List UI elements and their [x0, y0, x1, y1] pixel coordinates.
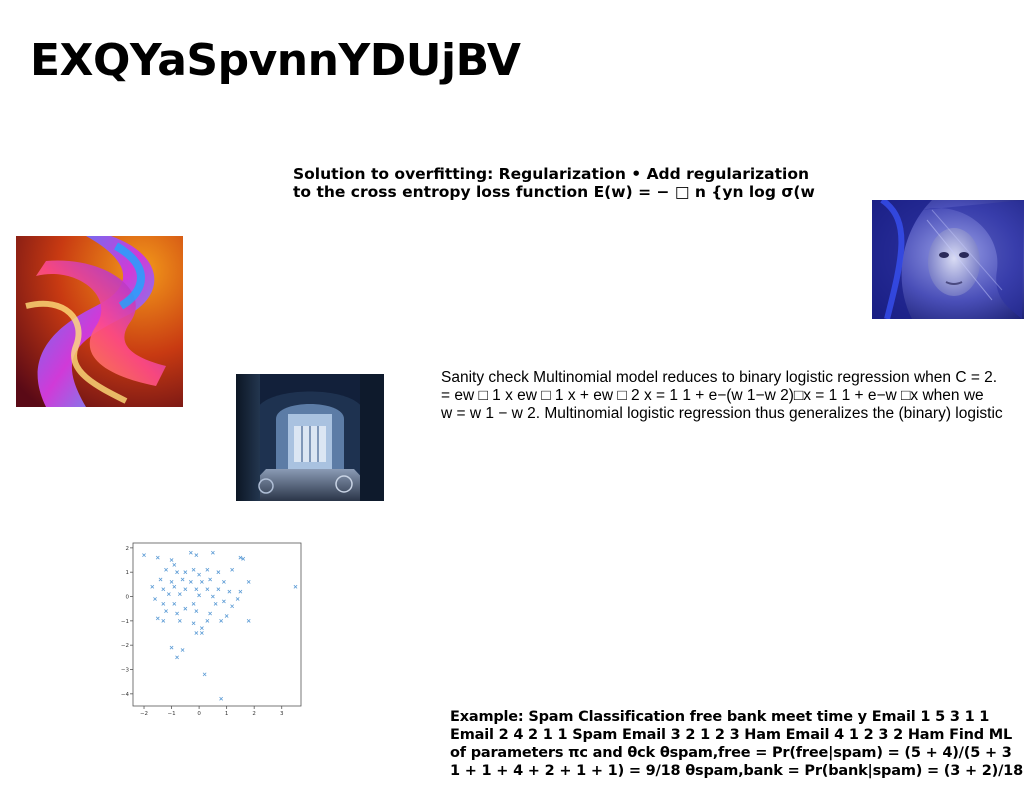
sanity-check-paragraph: Sanity check Multinomial model reduces t… [441, 369, 1003, 423]
text-line: 1 + 1 + 4 + 2 + 1 + 1) = 9/18 θspam,bank… [450, 763, 1024, 779]
text-line: to the cross entropy loss function E(w) … [293, 183, 815, 201]
regularization-paragraph: Solution to overfitting: Regularization … [293, 165, 815, 201]
x-axis-ticks: −2 −1 0 1 2 3 [140, 706, 284, 716]
y-tick-label: −1 [121, 619, 129, 625]
y-tick-label: −2 [121, 643, 129, 649]
text-line: = ew □ 1 x ew □ 1 x + ew □ 2 x = 1 1 + e… [441, 387, 984, 404]
slide-title: EXQYaSpvnnYDUjBV [30, 35, 521, 86]
spam-example-paragraph: Example: Spam Classification free bank m… [450, 708, 1024, 780]
text-line: Sanity check Multinomial model reduces t… [441, 369, 998, 386]
y-tick-label: 0 [126, 595, 130, 601]
x-tick-label: 3 [280, 711, 284, 716]
scatter-plot: −2 −1 0 1 2 3 2 1 0 −1 −2 −3 −4 [121, 542, 302, 716]
y-axis-ticks: 2 1 0 −1 −2 −3 −4 [121, 546, 133, 698]
x-tick-label: 1 [225, 711, 229, 716]
blue-alley-photo [236, 374, 384, 501]
scatter-chart: −2 −1 0 1 2 3 2 1 0 −1 −2 −3 −4 [116, 536, 306, 716]
blue-veiled-face-image [872, 200, 1024, 319]
y-tick-label: 2 [126, 546, 130, 552]
y-tick-label: −3 [121, 668, 130, 674]
text-line: of parameters πc and θck θspam,free = Pr… [450, 745, 1012, 761]
x-tick-label: −2 [140, 711, 148, 716]
text-line: w = w 1 − w 2. Multinomial logistic regr… [441, 405, 1003, 422]
x-tick-label: 0 [197, 711, 201, 716]
y-tick-label: 1 [126, 570, 130, 576]
plot-frame [132, 542, 302, 707]
y-tick-label: −4 [121, 692, 130, 698]
x-tick-label: −1 [168, 711, 176, 716]
x-tick-label: 2 [252, 711, 256, 716]
text-line: Solution to overfitting: Regularization … [293, 165, 810, 183]
text-line: Email 2 4 2 1 1 Spam Email 3 2 1 2 3 Ham… [450, 727, 1013, 743]
abstract-swirl-image [16, 236, 183, 407]
text-line: Example: Spam Classification free bank m… [450, 709, 990, 725]
